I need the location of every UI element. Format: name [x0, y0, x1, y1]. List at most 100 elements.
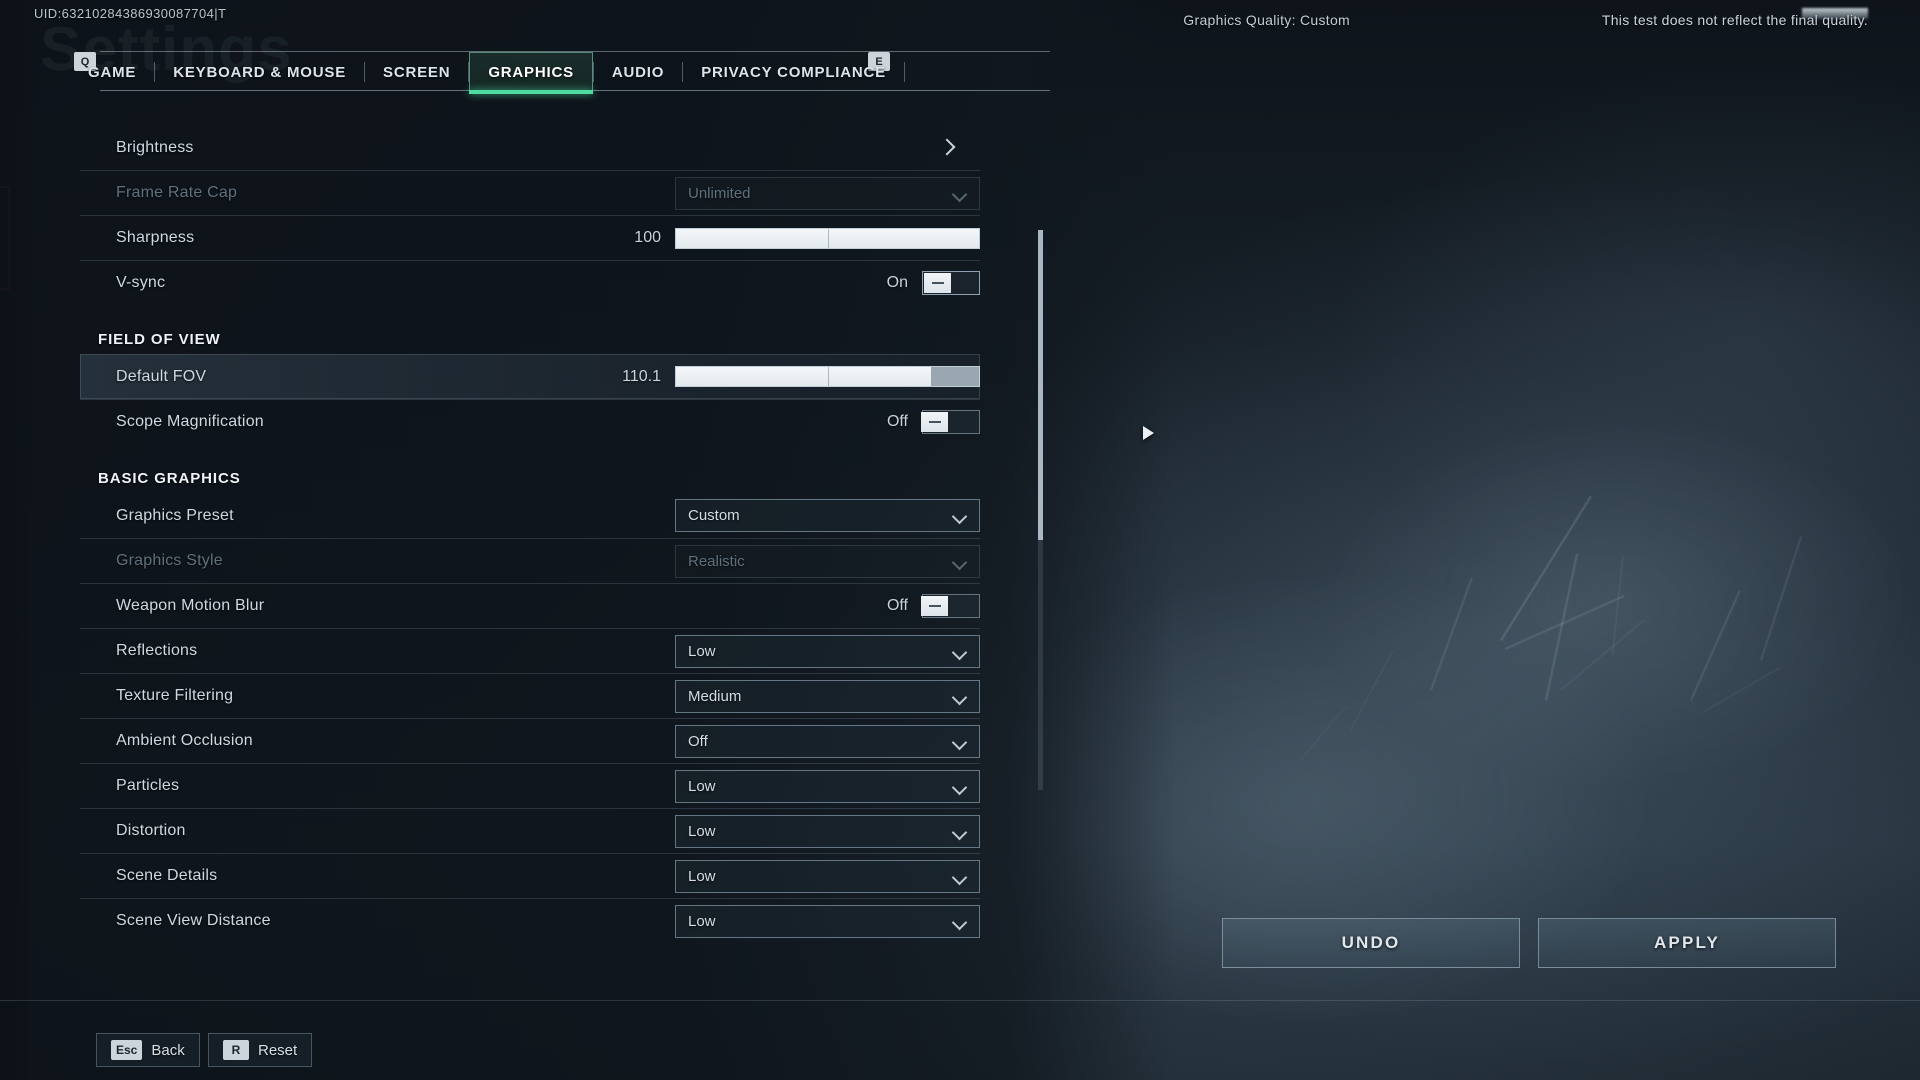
chevron-down-icon [953, 782, 967, 791]
setting-row-scene-view-distance[interactable]: Scene View Distance Low [80, 898, 980, 943]
chevron-down-icon [953, 511, 967, 520]
dropdown-value: Medium [688, 688, 741, 705]
tab-game[interactable]: GAME [70, 52, 154, 92]
toggle-knob [924, 273, 951, 293]
setting-row-weapon-motion-blur[interactable]: Weapon Motion BlurOff [80, 583, 980, 628]
dropdown-graphics-preset[interactable]: Custom [675, 499, 980, 532]
chevron-right-icon[interactable] [936, 137, 958, 159]
setting-label: Distortion [80, 822, 675, 840]
chevron-down-icon [953, 917, 967, 926]
dropdown-distortion[interactable]: Low [675, 815, 980, 848]
chevron-down-icon [953, 827, 967, 836]
setting-row-texture-filtering[interactable]: Texture Filtering Medium [80, 673, 980, 718]
apply-button[interactable]: APPLY [1538, 918, 1836, 968]
setting-row-scope-magnification[interactable]: Scope MagnificationOff [80, 399, 980, 444]
setting-row-frame-rate-cap: Frame Rate CapUnlimited [80, 170, 980, 215]
setting-row-brightness[interactable]: Brightness [80, 125, 980, 170]
toggle-value-weapon-motion-blur: Off [887, 597, 908, 615]
dropdown-reflections[interactable]: Low [675, 635, 980, 668]
setting-row-sharpness[interactable]: Sharpness100 [80, 215, 980, 260]
settings-scroll-viewport: BrightnessFrame Rate CapUnlimitedSharpne… [80, 125, 1180, 980]
toggle-knob [921, 412, 948, 432]
setting-row-particles[interactable]: Particles Low [80, 763, 980, 808]
back-button-label: Back [151, 1042, 184, 1059]
dropdown-texture-filtering[interactable]: Medium [675, 680, 980, 713]
setting-label: Reflections [80, 642, 675, 660]
section-header-basic-graphics: BASIC GRAPHICS [80, 470, 1180, 487]
chevron-down-icon [953, 872, 967, 881]
setting-row-distortion[interactable]: Distortion Low [80, 808, 980, 853]
setting-row-reflections[interactable]: Reflections Low [80, 628, 980, 673]
toggle-v-sync[interactable] [922, 271, 980, 295]
setting-row-scene-details[interactable]: Scene Details Low [80, 853, 980, 898]
setting-label: Scene View Distance [80, 912, 675, 930]
slider-fill [676, 367, 931, 386]
dropdown-graphics-style: Realistic [675, 545, 980, 578]
setting-label: Scope Magnification [80, 413, 887, 431]
graphics-quality-label: Graphics Quality: Custom [1183, 12, 1350, 28]
dropdown-scene-details[interactable]: Low [675, 860, 980, 893]
slider-tick [828, 229, 829, 248]
setting-row-v-sync[interactable]: V-syncOn [80, 260, 980, 305]
tab-graphics[interactable]: GRAPHICS [469, 52, 593, 92]
chevron-down-icon [953, 189, 967, 198]
slider-sharpness[interactable] [675, 228, 980, 249]
setting-label: Default FOV [80, 368, 622, 386]
dropdown-value: Low [688, 868, 716, 885]
setting-label: Frame Rate Cap [80, 184, 675, 202]
tab-screen[interactable]: SCREEN [365, 52, 468, 92]
setting-label: Particles [80, 777, 675, 795]
chevron-down-icon [953, 557, 967, 566]
dropdown-value: Custom [688, 507, 740, 524]
dropdown-ambient-occlusion[interactable]: Off [675, 725, 980, 758]
slider-value-sharpness: 100 [634, 229, 661, 247]
slider-tick [828, 367, 829, 386]
setting-row-ambient-occlusion[interactable]: Ambient Occlusion Off [80, 718, 980, 763]
setting-label: Sharpness [80, 229, 634, 247]
setting-label: Brightness [80, 139, 936, 157]
scrollbar-thumb[interactable] [1038, 230, 1043, 540]
setting-row-graphics-preset[interactable]: Graphics Preset Custom [80, 493, 980, 538]
back-key-badge: Esc [111, 1040, 142, 1060]
dropdown-scene-view-distance[interactable]: Low [675, 905, 980, 938]
disclaimer-label: This test does not reflect the final qua… [1602, 12, 1868, 28]
dropdown-value: Low [688, 778, 716, 795]
slider-value-default-fov: 110.1 [622, 368, 661, 386]
tab-audio[interactable]: AUDIO [594, 52, 682, 92]
setting-label: Scene Details [80, 867, 675, 885]
section-header-field-of-view: FIELD OF VIEW [80, 331, 1180, 348]
dropdown-value: Off [688, 733, 708, 750]
toggle-scope-magnification[interactable] [922, 410, 980, 434]
setting-row-graphics-style: Graphics Style Realistic [80, 538, 980, 583]
back-button[interactable]: Esc Back [96, 1033, 200, 1067]
dropdown-particles[interactable]: Low [675, 770, 980, 803]
mouse-cursor [1143, 426, 1154, 440]
toggle-value-scope-magnification: Off [887, 413, 908, 431]
setting-label: Weapon Motion Blur [80, 597, 887, 615]
reset-key-badge: R [223, 1040, 249, 1060]
uid-label: UID:63210284386930087704|T [34, 6, 226, 21]
reset-button-label: Reset [258, 1042, 297, 1059]
footer-divider [0, 1000, 1920, 1001]
undo-button[interactable]: UNDO [1222, 918, 1520, 968]
setting-label: Graphics Preset [80, 507, 675, 525]
dropdown-value: Realistic [688, 553, 745, 570]
toggle-weapon-motion-blur[interactable] [922, 594, 980, 618]
reset-button[interactable]: R Reset [208, 1033, 312, 1067]
dropdown-value: Low [688, 643, 716, 660]
setting-label: Graphics Style [80, 552, 675, 570]
dropdown-value: Low [688, 823, 716, 840]
dropdown-frame-rate-cap: Unlimited [675, 177, 980, 210]
dropdown-value: Low [688, 913, 716, 930]
toggle-value-v-sync: On [887, 274, 908, 292]
setting-label: Ambient Occlusion [80, 732, 675, 750]
settings-list: BrightnessFrame Rate CapUnlimitedSharpne… [80, 125, 1180, 943]
tab-bar: GAMEKEYBOARD & MOUSESCREENGRAPHICSAUDIOP… [70, 52, 1070, 92]
tab-privacy-compliance[interactable]: PRIVACY COMPLIANCE [683, 52, 904, 92]
setting-row-default-fov[interactable]: Default FOV110.1 [80, 354, 980, 399]
toggle-knob [921, 596, 948, 616]
slider-default-fov[interactable] [675, 366, 980, 387]
setting-label: Texture Filtering [80, 687, 675, 705]
tab-keyboard-mouse[interactable]: KEYBOARD & MOUSE [155, 52, 364, 92]
chevron-down-icon [953, 647, 967, 656]
